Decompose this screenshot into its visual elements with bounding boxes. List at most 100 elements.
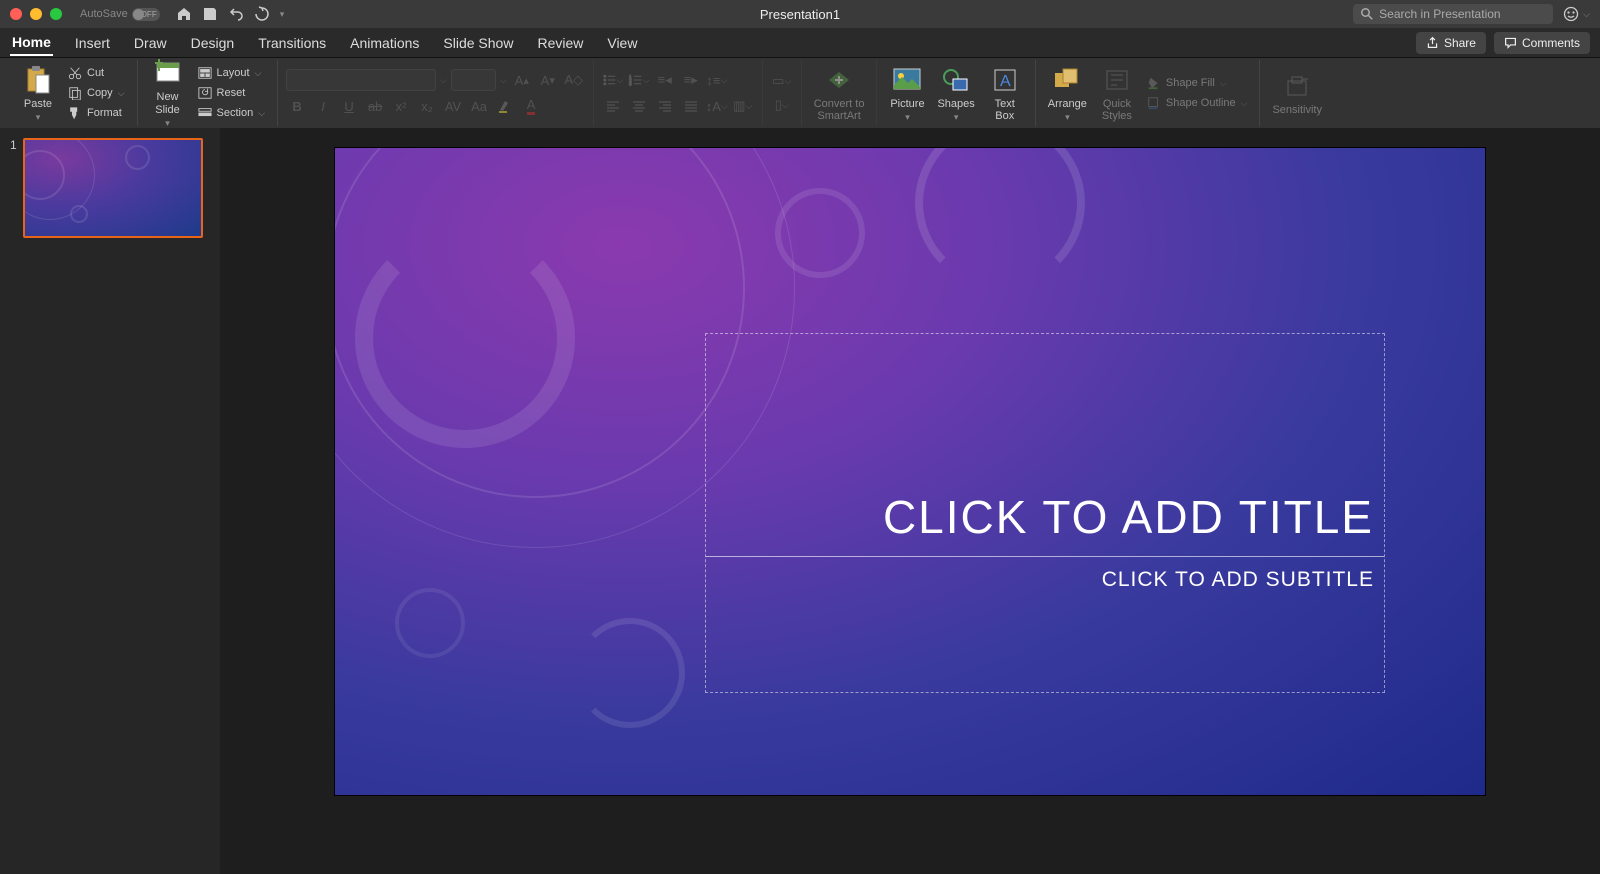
ribbon-tabs: Home Insert Draw Design Transitions Anim…: [0, 28, 1600, 58]
slide-canvas[interactable]: CLICK TO ADD TITLE CLICK TO ADD SUBTITLE: [335, 148, 1485, 795]
cut-button[interactable]: Cut: [64, 64, 129, 82]
increase-indent-button[interactable]: ≡▸: [680, 69, 702, 91]
font-name-select[interactable]: [286, 69, 436, 91]
tab-transitions[interactable]: Transitions: [256, 31, 328, 55]
shapes-icon: [941, 67, 971, 93]
autosave-switch[interactable]: OFF: [132, 8, 160, 21]
save-icon[interactable]: [202, 6, 218, 22]
ribbon-group-clipboard: Paste▾ Cut Copy⌵ Format: [8, 60, 138, 126]
smartart-icon: [825, 68, 853, 92]
numbering-button[interactable]: 123⌵: [628, 69, 650, 91]
change-case-button[interactable]: Aa: [468, 95, 490, 117]
underline-button[interactable]: U: [338, 95, 360, 117]
clear-format-button[interactable]: A◇: [563, 69, 585, 91]
strike-button[interactable]: ab: [364, 95, 386, 117]
align-objects-button[interactable]: ▭⌵: [771, 70, 793, 92]
char-spacing-button[interactable]: AV: [442, 95, 464, 117]
line-spacing-button[interactable]: ↕≡⌵: [706, 69, 728, 91]
tab-design[interactable]: Design: [189, 31, 237, 55]
tab-home[interactable]: Home: [10, 30, 53, 56]
shape-fill-button[interactable]: Shape Fill⌵: [1143, 74, 1252, 92]
section-button[interactable]: Section⌵: [194, 104, 270, 122]
window-controls: [10, 8, 62, 20]
title-text[interactable]: CLICK TO ADD TITLE: [716, 490, 1374, 544]
highlight-button[interactable]: [494, 95, 516, 117]
feedback-icon[interactable]: [1563, 6, 1579, 22]
font-size-select[interactable]: [451, 69, 496, 91]
title-placeholder[interactable]: CLICK TO ADD TITLE CLICK TO ADD SUBTITLE: [705, 333, 1385, 693]
slide-canvas-area[interactable]: CLICK TO ADD TITLE CLICK TO ADD SUBTITLE: [220, 128, 1600, 874]
cut-icon: [68, 66, 82, 80]
window-titlebar: AutoSave OFF ▾ Presentation1 Search in P…: [0, 0, 1600, 28]
reset-icon: [198, 86, 212, 100]
increase-font-button[interactable]: A▴: [511, 69, 533, 91]
align-center-button[interactable]: [628, 95, 650, 117]
home-icon[interactable]: [176, 6, 192, 22]
textbox-button[interactable]: A Text Box: [983, 62, 1027, 124]
tab-review[interactable]: Review: [535, 31, 585, 55]
undo-icon[interactable]: [228, 6, 244, 22]
format-painter-button[interactable]: Format: [64, 104, 129, 122]
shapes-button[interactable]: Shapes▾: [933, 62, 978, 125]
tab-insert[interactable]: Insert: [73, 31, 112, 55]
align-right-button[interactable]: [654, 95, 676, 117]
bold-button[interactable]: B: [286, 95, 308, 117]
new-slide-icon: [153, 59, 183, 87]
svg-text:3: 3: [629, 82, 632, 88]
autosave-toggle[interactable]: AutoSave OFF: [80, 8, 160, 21]
account-dropdown-icon[interactable]: ⌵: [1583, 9, 1590, 20]
format-painter-icon: [68, 106, 82, 120]
arrange-icon: [1053, 67, 1081, 93]
redo-icon[interactable]: [254, 6, 270, 22]
picture-button[interactable]: Picture▾: [885, 62, 929, 125]
reset-button[interactable]: Reset: [194, 84, 270, 102]
layout-button[interactable]: Layout⌵: [194, 64, 270, 82]
ribbon: Paste▾ Cut Copy⌵ Format New Slide▾ Layou…: [0, 58, 1600, 128]
tab-animations[interactable]: Animations: [348, 31, 421, 55]
subscript-button[interactable]: x₂: [416, 95, 438, 117]
ribbon-group-insert: Picture▾ Shapes▾ A Text Box: [877, 60, 1035, 126]
italic-button[interactable]: I: [312, 95, 334, 117]
tab-draw[interactable]: Draw: [132, 31, 169, 55]
share-button[interactable]: Share: [1416, 32, 1486, 54]
new-slide-button[interactable]: New Slide▾: [146, 55, 190, 130]
tab-slideshow[interactable]: Slide Show: [441, 31, 515, 55]
font-color-button[interactable]: A: [520, 95, 542, 117]
copy-button[interactable]: Copy⌵: [64, 84, 129, 102]
minimize-window-button[interactable]: [30, 8, 42, 20]
textbox-icon: A: [992, 67, 1018, 93]
ribbon-group-sensitivity: Sensitivity: [1260, 60, 1334, 126]
ribbon-group-smartart: Convert to SmartArt: [802, 60, 878, 126]
sensitivity-icon: [1284, 73, 1310, 99]
subtitle-text[interactable]: CLICK TO ADD SUBTITLE: [1102, 568, 1374, 592]
decrease-font-button[interactable]: A▾: [537, 69, 559, 91]
section-icon: [198, 106, 212, 120]
sensitivity-button[interactable]: Sensitivity: [1268, 68, 1326, 118]
layout-icon: [198, 66, 212, 80]
document-title: Presentation1: [760, 7, 840, 22]
quick-styles-button[interactable]: Quick Styles: [1095, 62, 1139, 124]
paste-button[interactable]: Paste▾: [16, 62, 60, 125]
bullets-button[interactable]: ⌵: [602, 69, 624, 91]
slide-thumbnail-panel[interactable]: 1: [0, 128, 220, 874]
autosave-label: AutoSave: [80, 8, 128, 20]
distribute-button[interactable]: ▯⌵: [771, 94, 793, 116]
search-icon: [1361, 8, 1373, 20]
shape-outline-button[interactable]: Shape Outline⌵: [1143, 94, 1252, 112]
arrange-button[interactable]: Arrange▾: [1044, 62, 1091, 125]
comments-button[interactable]: Comments: [1494, 32, 1590, 54]
slide-thumbnail-1[interactable]: [23, 138, 203, 238]
text-direction-button[interactable]: ↕A⌵: [706, 95, 728, 117]
superscript-button[interactable]: x²: [390, 95, 412, 117]
close-window-button[interactable]: [10, 8, 22, 20]
decrease-indent-button[interactable]: ≡◂: [654, 69, 676, 91]
convert-smartart-button[interactable]: Convert to SmartArt: [810, 62, 869, 124]
columns-button[interactable]: ▥⌵: [732, 95, 754, 117]
qat-customize-icon[interactable]: ▾: [280, 9, 285, 20]
search-input[interactable]: Search in Presentation: [1353, 4, 1553, 24]
align-left-button[interactable]: [602, 95, 624, 117]
justify-button[interactable]: [680, 95, 702, 117]
shape-outline-icon: [1147, 96, 1161, 110]
tab-view[interactable]: View: [605, 31, 639, 55]
maximize-window-button[interactable]: [50, 8, 62, 20]
